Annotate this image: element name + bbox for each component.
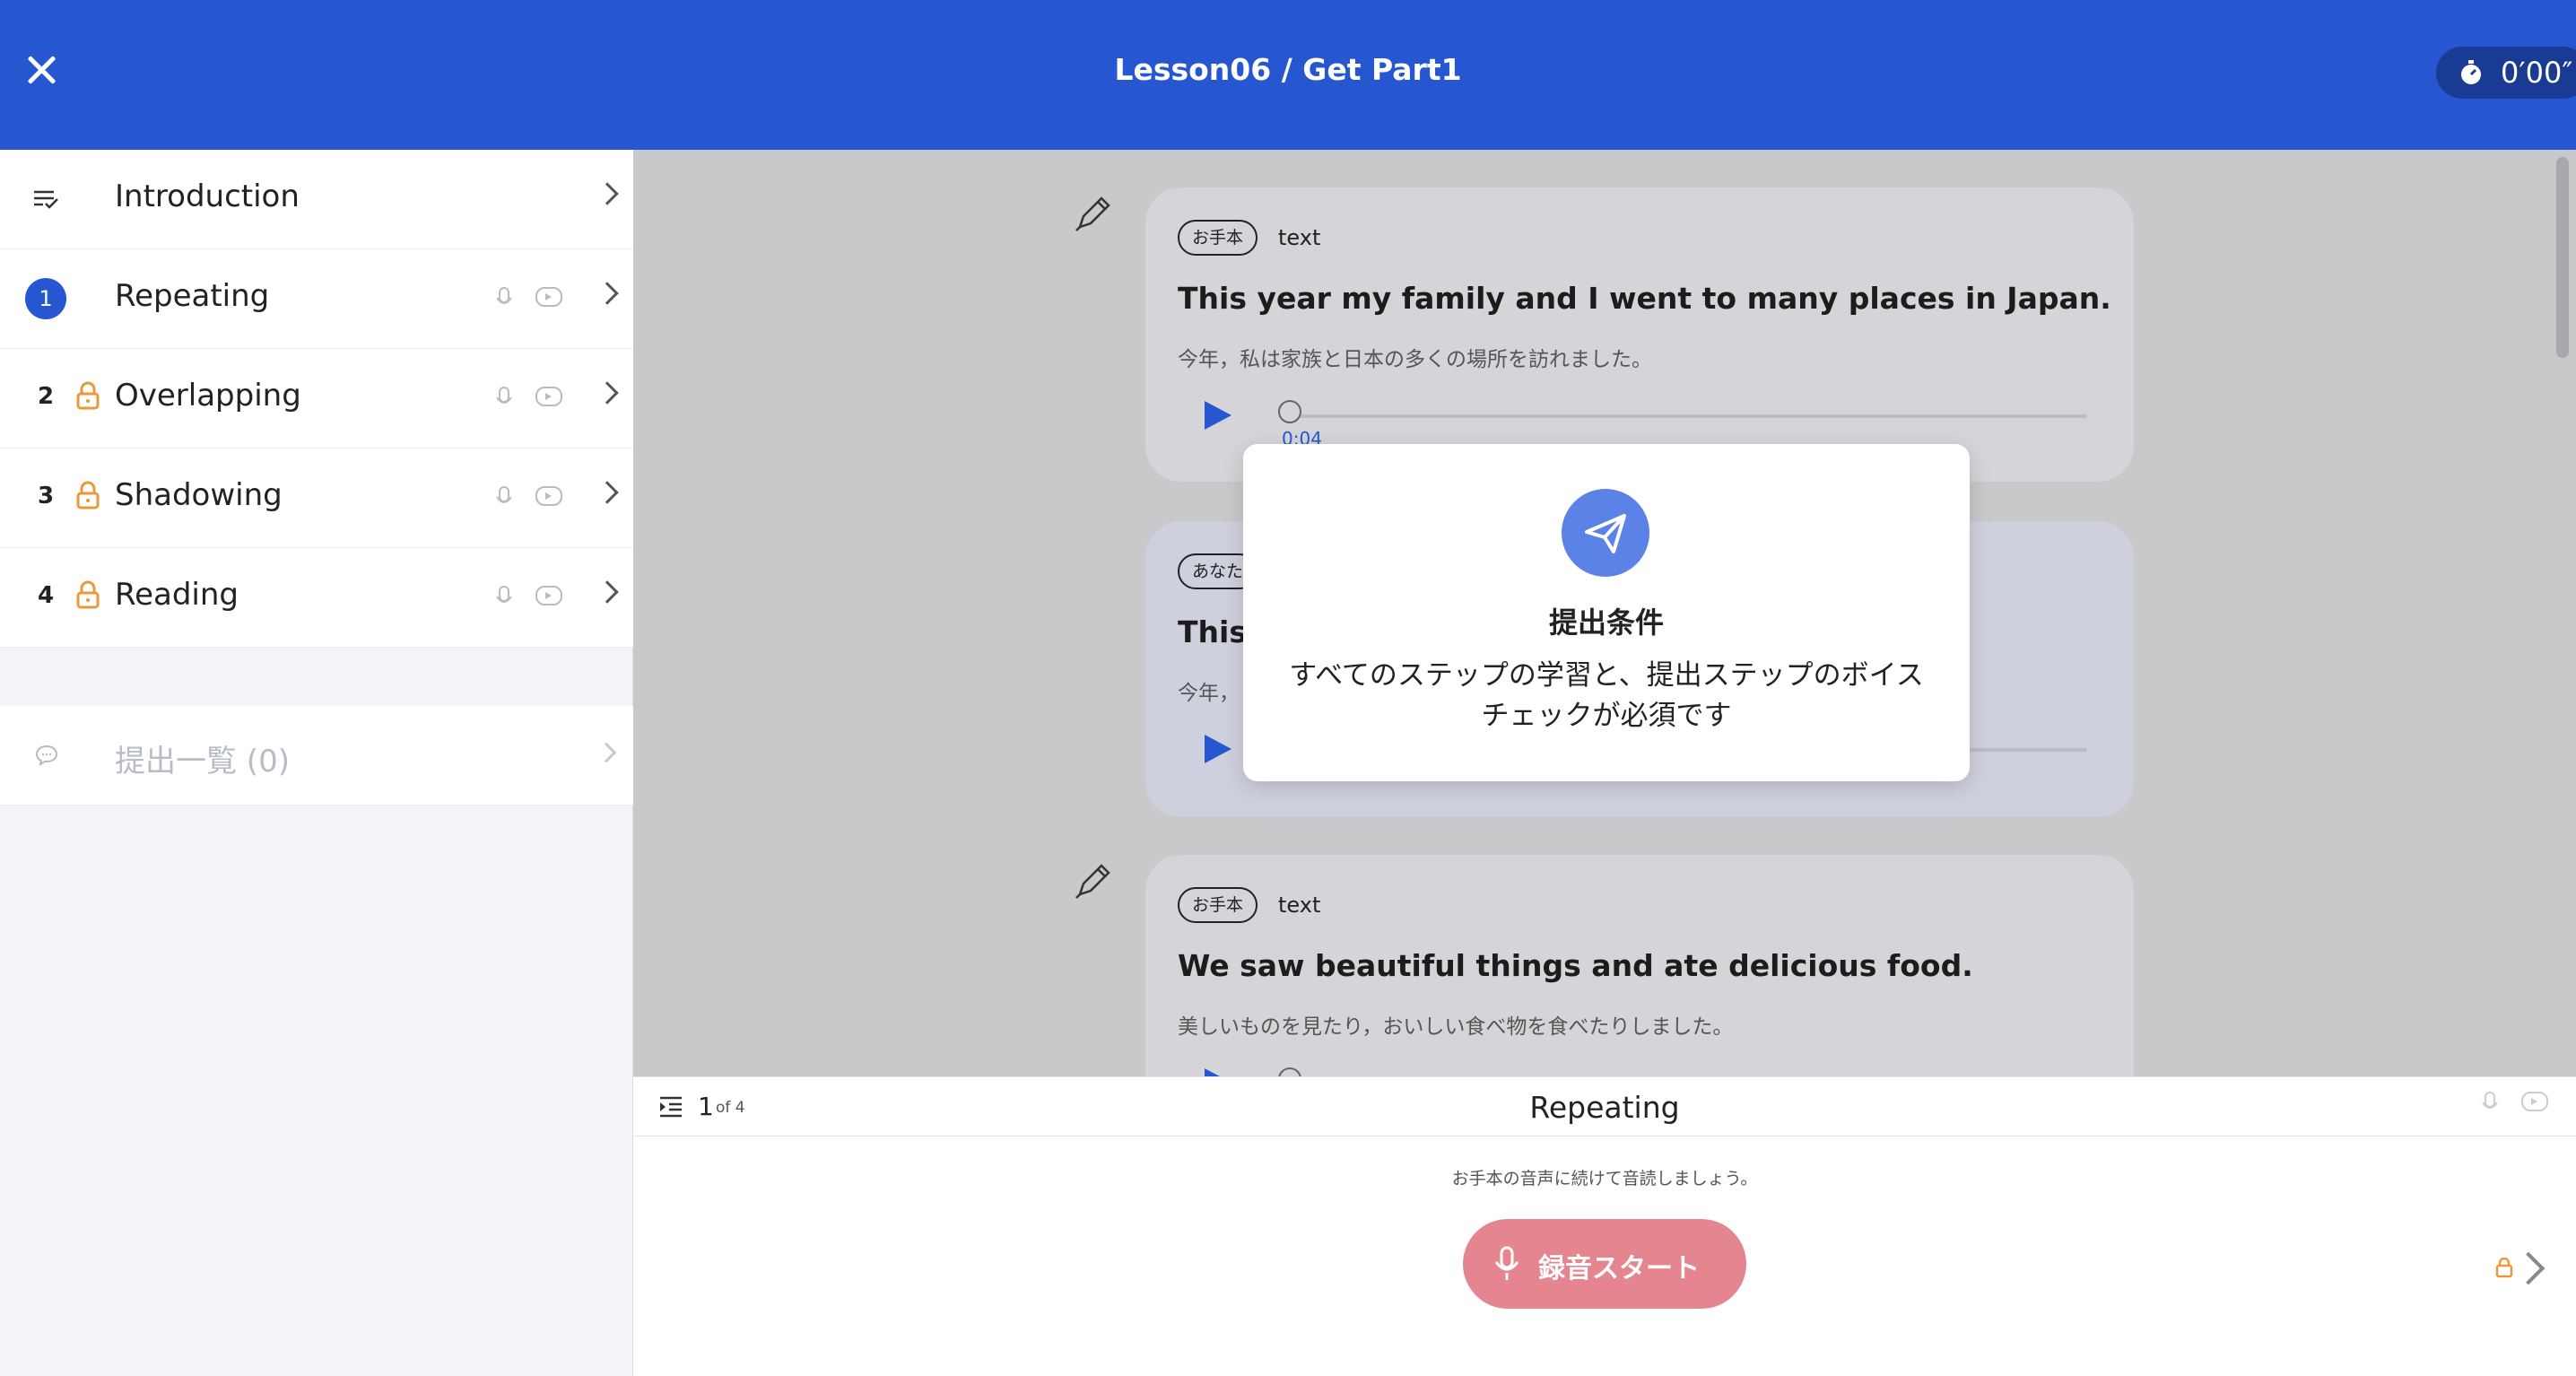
stopwatch-icon xyxy=(2461,60,2481,84)
step-number: 2 xyxy=(38,383,55,410)
bottom-panel: 1 of 4 Repeating お手本の音声に続けて音読しましょう。 録音スタ… xyxy=(633,1076,2576,1376)
mic-chat-icons xyxy=(496,486,562,506)
play-icon[interactable] xyxy=(1205,401,1231,430)
paper-plane-icon xyxy=(1585,514,1626,553)
timer-value: 0′00″ xyxy=(2501,56,2573,90)
card-tag: text xyxy=(1278,225,1321,250)
card-japanese: 今年，私は家族と日本の多くの場所を訪れました。 xyxy=(1178,348,1652,371)
step-number-badge: 1 xyxy=(25,278,66,319)
sidebar-item-reading[interactable]: 4 Reading xyxy=(0,548,633,648)
chevron-right-icon xyxy=(596,580,619,604)
mic-chat-icons xyxy=(496,586,562,605)
play-icon[interactable] xyxy=(1205,1068,1231,1076)
submission-conditions-dialog: 提出条件 すべてのステップの学習と、提出ステップのボイスチェックが必須です xyxy=(1243,444,1970,781)
audio-knob[interactable] xyxy=(1278,400,1301,423)
model-badge: お手本 xyxy=(1178,887,1258,923)
mic-chat-icons xyxy=(496,287,562,307)
sidebar-item-label: Overlapping xyxy=(115,378,301,414)
audio-track[interactable] xyxy=(1282,414,2087,418)
modal-title: 提出条件 xyxy=(1548,605,1664,640)
sidebar-item-label: 提出一覧 (0) xyxy=(115,744,290,779)
mic-chat-icons xyxy=(496,387,562,406)
lock-icon xyxy=(76,481,100,509)
card-english: This year my family and I went to many p… xyxy=(1178,281,2111,316)
card-english: We saw beautiful things and ate deliciou… xyxy=(1178,948,1973,983)
card-japanese: 美しいものを見たり，おいしい食べ物を食べたりしました。 xyxy=(1178,1015,1734,1039)
lock-icon xyxy=(76,381,100,410)
step-number: 3 xyxy=(38,483,55,509)
card-tag: text xyxy=(1278,893,1321,918)
sidebar-item-label: Shadowing xyxy=(115,477,283,513)
step-title: Repeating xyxy=(1529,1090,1680,1125)
card-japanese: 今年， xyxy=(1178,682,1240,705)
play-icon[interactable] xyxy=(1205,735,1231,763)
page-title: Lesson06 / Get Part1 xyxy=(1114,52,1462,87)
next-step-chevron-icon[interactable] xyxy=(2511,1251,2546,1285)
audio-knob[interactable] xyxy=(1278,1067,1301,1076)
sidebar-item-label: Repeating xyxy=(115,278,270,314)
sidebar-item-overlapping[interactable]: 2 Overlapping xyxy=(0,349,633,449)
model-card: お手本 text This year my family and I went … xyxy=(1145,187,2134,482)
chevron-right-icon xyxy=(596,742,617,763)
microphone-icon xyxy=(1494,1246,1519,1280)
chevron-right-icon xyxy=(596,282,619,305)
sidebar: Introduction 1 Repeating 2 Overlapping 3… xyxy=(0,150,633,1376)
sidebar-item-label: Reading xyxy=(115,577,239,613)
sidebar-item-shadowing[interactable]: 3 Shadowing xyxy=(0,449,633,548)
bottom-toolbar: 1 of 4 Repeating xyxy=(633,1077,2576,1137)
chevron-right-icon xyxy=(596,182,619,205)
record-button-label: 録音スタート xyxy=(1538,1253,1700,1285)
top-bar: Lesson06 / Get Part1 0′00″ xyxy=(0,0,2576,150)
chevron-right-icon xyxy=(596,381,619,405)
model-card: お手本 text We saw beautiful things and ate… xyxy=(1145,855,2134,1076)
checklist-icon xyxy=(34,190,58,209)
sidebar-item-introduction[interactable]: Introduction xyxy=(0,150,633,249)
card-english: This xyxy=(1178,614,1247,649)
scrollbar[interactable] xyxy=(2556,157,2569,358)
chat-bubble-icon xyxy=(35,745,58,767)
lock-icon xyxy=(2495,1257,2513,1278)
mic-chat-icons xyxy=(2482,1092,2548,1111)
modal-icon-circle xyxy=(1562,489,1649,577)
step-number: 4 xyxy=(38,582,55,609)
model-badge: お手本 xyxy=(1178,220,1258,256)
timer: 0′00″ xyxy=(2436,47,2576,99)
lock-icon xyxy=(76,580,100,609)
record-start-button[interactable]: 録音スタート xyxy=(1463,1219,1746,1309)
modal-body: すべてのステップの学習と、提出ステップのボイスチェックが必須です xyxy=(1289,659,1924,732)
sidebar-item-submissions[interactable]: 提出一覧 (0) xyxy=(0,706,633,806)
pencil-icon[interactable] xyxy=(1073,860,1114,901)
pencil-icon[interactable] xyxy=(1073,193,1114,234)
instruction-hint: お手本の音声に続けて音読しましょう。 xyxy=(1451,1169,1758,1189)
sidebar-item-repeating[interactable]: 1 Repeating xyxy=(0,249,633,349)
sidebar-item-label: Introduction xyxy=(115,179,300,214)
chevron-right-icon xyxy=(596,481,619,504)
